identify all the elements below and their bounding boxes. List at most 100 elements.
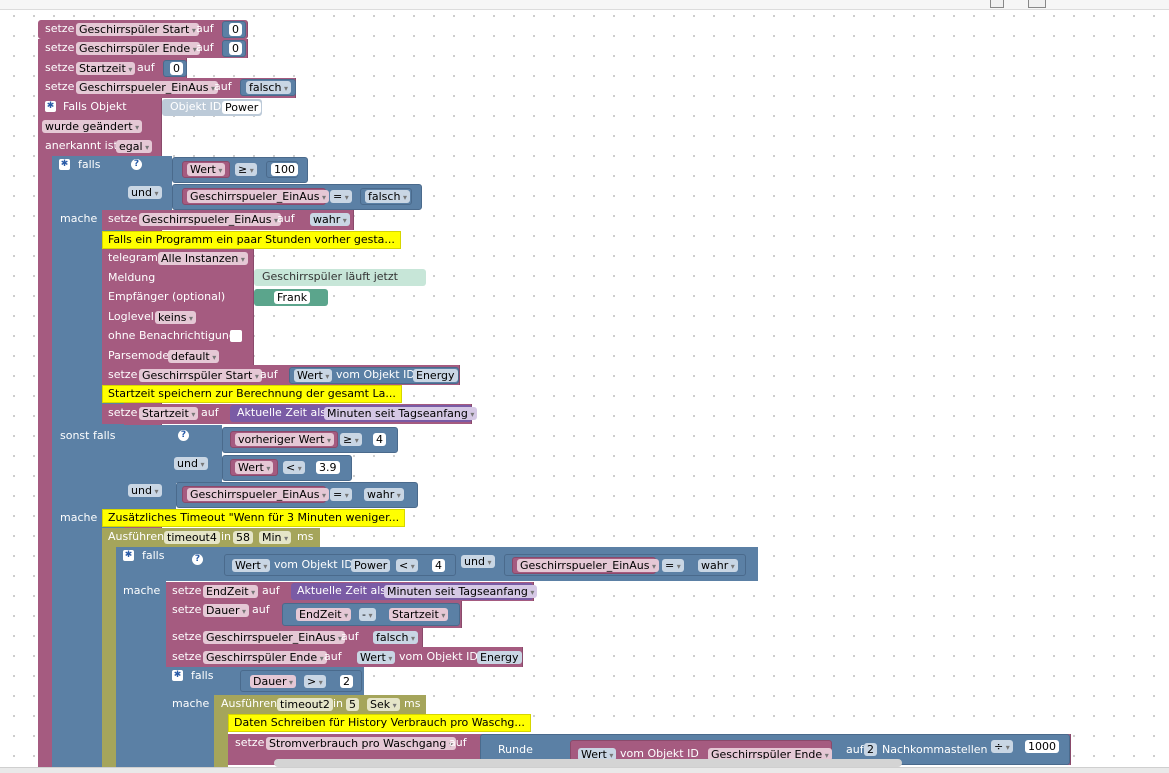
gear-icon[interactable]: ✱ (172, 670, 183, 681)
op-dropdown[interactable]: = (330, 190, 352, 203)
minimize-icon[interactable] (990, 0, 1004, 8)
var-gs-start-dropdown[interactable]: Geschirrspüler Start (139, 369, 262, 382)
op-dropdown[interactable]: - (359, 608, 376, 621)
objekt-id-field[interactable]: Power (222, 101, 262, 114)
setze-label: setze (45, 41, 75, 54)
var-einaus-dropdown[interactable]: Geschirrspueler_EinAus (139, 213, 282, 226)
telegram-block[interactable] (102, 249, 254, 365)
empfaenger-field[interactable]: Frank (274, 291, 311, 304)
var-einaus-dropdown[interactable]: Geschirrspueler_EinAus (76, 81, 219, 94)
comment-block[interactable]: Falls ein Programm ein paar Stunden vorh… (102, 231, 401, 249)
bool-dropdown[interactable]: wahr (698, 559, 738, 572)
setze-label: setze (45, 80, 75, 93)
number-field[interactable]: 0 (229, 42, 242, 55)
parsemode-dropdown[interactable]: default (168, 350, 220, 363)
number-field[interactable]: 4 (432, 559, 445, 572)
number-field[interactable]: 4 (373, 433, 386, 446)
wert-dropdown[interactable]: Wert (357, 651, 396, 664)
nachkommastellen-label: Nachkommastellen (882, 743, 988, 756)
delay-field[interactable]: 5 (346, 698, 359, 711)
var-startzeit-dropdown[interactable]: Startzeit (76, 62, 136, 75)
delay-field[interactable]: 58 (233, 531, 253, 544)
question-icon[interactable]: ? (192, 554, 203, 565)
sonst-falls-label: sonst falls (60, 429, 116, 442)
var-endzeit-dropdown[interactable]: EndZeit (203, 585, 259, 598)
op-dropdown[interactable]: ≥ (235, 163, 257, 176)
und-dropdown[interactable]: und (461, 555, 495, 568)
und-dropdown[interactable]: und (128, 186, 162, 199)
bool-dropdown[interactable]: wahr (364, 488, 404, 501)
bool-dropdown[interactable]: falsch (365, 190, 410, 203)
setze-label: setze (172, 630, 202, 643)
var-startzeit-dropdown[interactable]: Startzeit (389, 608, 449, 621)
comment-block[interactable]: Startzeit speichern zur Berechnung der g… (102, 385, 402, 403)
var-einaus-dropdown[interactable]: Geschirrspueler_EinAus (203, 631, 346, 644)
var-endzeit-dropdown[interactable]: EndZeit (296, 608, 352, 621)
und-dropdown[interactable]: und (128, 484, 162, 497)
comment-block[interactable]: Zusätzliches Timeout "Wenn für 3 Minuten… (102, 509, 406, 527)
instanzen-dropdown[interactable]: Alle Instanzen (158, 252, 248, 265)
op-dropdown[interactable]: < (396, 559, 418, 572)
var-dauer-dropdown[interactable]: Dauer (203, 604, 250, 617)
var-gs-ende-dropdown[interactable]: Geschirrspüler Ende (76, 42, 200, 55)
var-stromverbrauch-dropdown[interactable]: Stromverbrauch pro Waschgang (266, 737, 456, 750)
op-dropdown[interactable]: = (662, 559, 684, 572)
op-dropdown[interactable]: ÷ (991, 740, 1013, 753)
zeit-format-dropdown[interactable]: Minuten seit Tagseanfang (384, 585, 538, 598)
gear-icon[interactable]: ✱ (45, 101, 56, 112)
und-dropdown[interactable]: und (174, 457, 208, 470)
maximize-icon[interactable] (1028, 0, 1046, 8)
comment-block[interactable]: Daten Schreiben für History Verbrauch pr… (228, 714, 531, 732)
var-wert-dropdown[interactable]: Wert (235, 461, 274, 474)
timeout-name-field[interactable]: timeout2 (277, 698, 333, 711)
unit-dropdown[interactable]: Sek (367, 698, 400, 711)
number-field[interactable]: 1000 (1025, 740, 1059, 753)
objekt-field[interactable]: Power (351, 559, 391, 572)
zeit-format-dropdown[interactable]: Minuten seit Tagseanfang (324, 407, 478, 420)
auf-label: auf (846, 743, 864, 756)
ohne-checkbox[interactable] (230, 330, 242, 342)
op-dropdown[interactable]: = (330, 488, 352, 501)
var-einaus-dropdown[interactable]: Geschirrspueler_EinAus (187, 488, 330, 501)
question-icon[interactable]: ? (131, 159, 142, 170)
timeout-name-field[interactable]: timeout4 (164, 531, 220, 544)
var-einaus-dropdown[interactable]: Geschirrspueler_EinAus (187, 190, 330, 203)
var-gs-ende-dropdown[interactable]: Geschirrspüler Ende (203, 651, 327, 664)
wert-dropdown[interactable]: Wert (294, 369, 333, 382)
var-startzeit-dropdown[interactable]: Startzeit (139, 407, 199, 420)
auf-label: auf (324, 650, 342, 663)
meldung-text: Geschirrspüler läuft jetzt (262, 270, 398, 283)
bool-dropdown[interactable]: falsch (246, 81, 291, 94)
op-dropdown[interactable]: ≥ (340, 433, 362, 446)
var-gs-start-dropdown[interactable]: Geschirrspüler Start (76, 23, 199, 36)
question-icon[interactable]: ? (178, 430, 189, 441)
anerkannt-dropdown[interactable]: egal (116, 140, 153, 153)
wert-dropdown[interactable]: Wert (232, 559, 271, 572)
mache-label: mache (60, 212, 98, 225)
var-einaus-dropdown[interactable]: Geschirrspueler_EinAus (517, 559, 660, 572)
gear-icon[interactable]: ✱ (59, 159, 70, 170)
horizontal-scrollbar[interactable] (274, 759, 902, 767)
objekt-field[interactable]: Energy (477, 651, 522, 664)
objekt-field[interactable]: Energy (413, 369, 458, 382)
number-field[interactable]: 2 (340, 675, 353, 688)
number-field[interactable]: 0 (229, 23, 242, 36)
number-field[interactable]: 3.9 (316, 461, 340, 474)
var-vorheriger-wert-dropdown[interactable]: vorheriger Wert (235, 433, 335, 446)
var-dauer-dropdown[interactable]: Dauer (250, 675, 297, 688)
number-field[interactable]: 100 (271, 163, 298, 176)
setze-label: setze (235, 736, 265, 749)
unit-dropdown[interactable]: Min (259, 531, 292, 544)
var-wert-dropdown[interactable]: Wert (187, 163, 226, 176)
wurde-geaendert-dropdown[interactable]: wurde geändert (42, 120, 143, 133)
op-dropdown[interactable]: > (304, 675, 326, 688)
bool-dropdown[interactable]: falsch (373, 631, 418, 644)
decimals-field[interactable]: 2 (864, 743, 877, 756)
loglevel-dropdown[interactable]: keins (155, 311, 197, 324)
op-dropdown[interactable]: < (283, 461, 305, 474)
gear-icon[interactable]: ✱ (123, 550, 134, 561)
bool-dropdown[interactable]: wahr (310, 213, 350, 226)
ms-label: ms (297, 530, 314, 543)
number-field[interactable]: 0 (170, 62, 183, 75)
objekt-id-label: Objekt ID (170, 100, 222, 113)
